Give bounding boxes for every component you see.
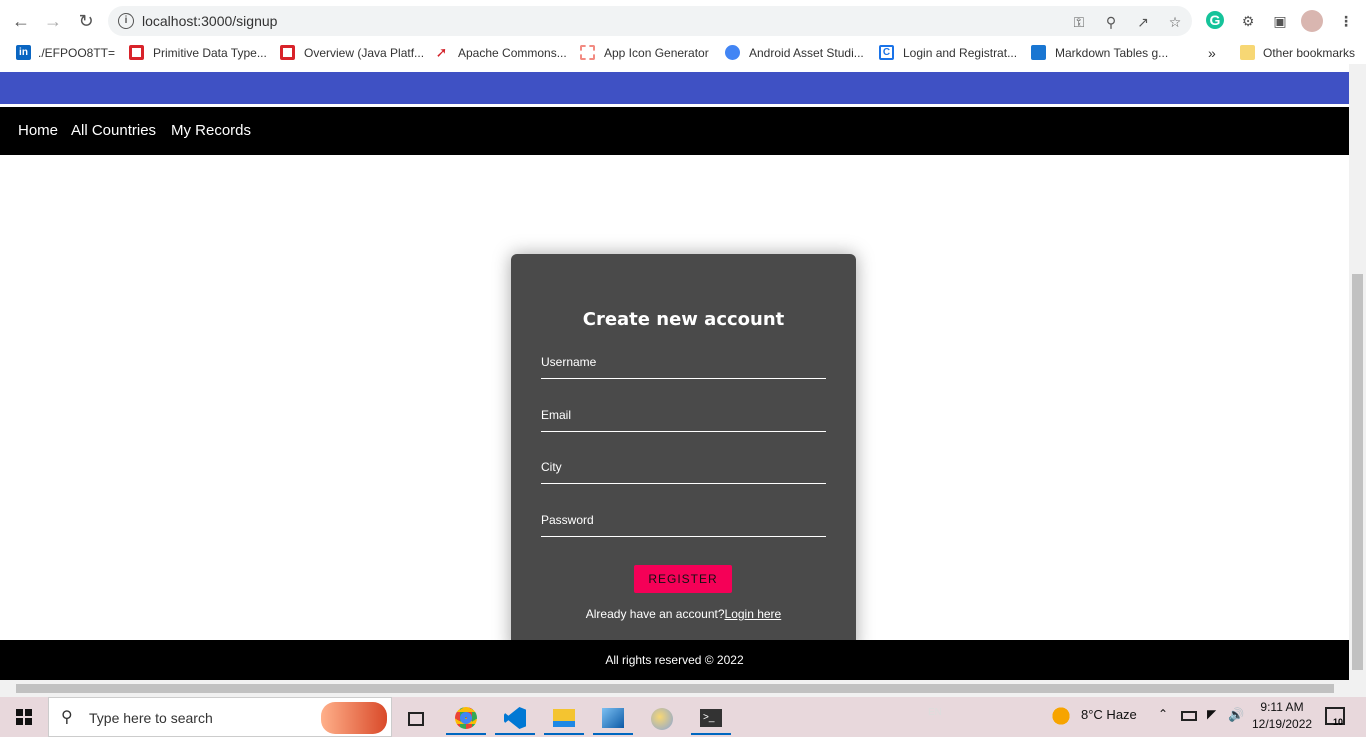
password-label: Password bbox=[541, 513, 594, 527]
bookmark-label: Login and Registrat... bbox=[903, 45, 1018, 60]
vscode-taskbar-icon[interactable] bbox=[495, 703, 535, 735]
bookmark-label: App Icon Generator bbox=[604, 45, 709, 60]
zoom-icon[interactable]: ⚲ bbox=[1102, 13, 1120, 31]
weather-sun-icon[interactable] bbox=[1050, 705, 1072, 727]
bookmark-item[interactable]: Android Asset Studi... bbox=[725, 45, 864, 60]
bookmark-label: Overview (Java Platf... bbox=[304, 45, 425, 60]
windows-start-icon[interactable] bbox=[16, 709, 32, 725]
email-field[interactable]: Email bbox=[541, 408, 826, 432]
browser-toolbar: ← → ↻ i localhost:3000/signup ⚿ ⚲ ↗ ☆ G … bbox=[0, 0, 1366, 42]
reload-icon[interactable]: ↻ bbox=[75, 10, 97, 32]
file-explorer-taskbar-icon[interactable] bbox=[544, 703, 584, 735]
weather-text[interactable]: 8°C Haze bbox=[1081, 707, 1137, 722]
other-bookmarks-label: Other bookmarks bbox=[1263, 45, 1356, 60]
login-prompt-text: Already have an account? bbox=[585, 607, 725, 621]
input-indicator: EN bbox=[928, 707, 942, 718]
site-info-icon[interactable]: i bbox=[118, 13, 134, 29]
footer: All rights reserved © 2022 bbox=[0, 640, 1349, 680]
clock[interactable]: 9:11 AM 12/19/2022 bbox=[1252, 699, 1312, 733]
bookmark-label: ./EFPOO8TT= bbox=[38, 45, 116, 60]
clock-date: 12/19/2022 bbox=[1252, 717, 1313, 731]
menu-icon[interactable]: ⋮ bbox=[1336, 11, 1356, 31]
bookmark-label: Markdown Tables g... bbox=[1055, 45, 1169, 60]
share-icon[interactable]: ↗ bbox=[1134, 13, 1152, 31]
folder-icon bbox=[1240, 45, 1255, 60]
bookmark-item[interactable]: Primitive Data Type... bbox=[129, 45, 267, 60]
cardinal-bird-icon bbox=[321, 702, 387, 734]
username-field[interactable]: Username bbox=[541, 355, 826, 379]
other-bookmarks[interactable]: Other bookmarks bbox=[1240, 45, 1355, 60]
wifi-icon[interactable]: ◤ bbox=[1207, 707, 1216, 721]
bookmark-label: Apache Commons... bbox=[458, 45, 567, 60]
android-asset-icon bbox=[725, 45, 740, 60]
address-bar[interactable]: i localhost:3000/signup ⚿ ⚲ ↗ ☆ bbox=[108, 6, 1192, 36]
profile-avatar[interactable] bbox=[1301, 10, 1323, 32]
bookmark-star-icon[interactable]: ☆ bbox=[1166, 13, 1184, 31]
task-view-icon[interactable] bbox=[396, 703, 436, 735]
horizontal-scrollbar[interactable] bbox=[0, 680, 1366, 697]
bookmark-item[interactable]: App Icon Generator bbox=[580, 45, 709, 60]
volume-icon[interactable]: 🔊 bbox=[1228, 707, 1244, 723]
photos-taskbar-icon[interactable] bbox=[593, 703, 633, 735]
taskbar-search-placeholder: Type here to search bbox=[89, 710, 213, 726]
bookmark-label: Primitive Data Type... bbox=[153, 45, 267, 60]
password-field[interactable]: Password bbox=[541, 513, 826, 537]
oracle-icon bbox=[280, 45, 295, 60]
bookmark-item[interactable]: in ./EFPOO8TT= bbox=[16, 45, 115, 60]
taskbar-search[interactable]: ⚲ Type here to search bbox=[48, 697, 392, 737]
username-label: Username bbox=[541, 355, 597, 369]
notifications-icon[interactable]: 10 bbox=[1325, 707, 1345, 727]
oracle-icon bbox=[129, 45, 144, 60]
bookmarks-bar: in ./EFPOO8TT= Primitive Data Type... Ov… bbox=[0, 42, 1366, 64]
register-button[interactable]: REGISTER bbox=[634, 565, 732, 593]
horizontal-scroll-thumb[interactable] bbox=[16, 684, 1334, 693]
paint-taskbar-icon[interactable] bbox=[642, 703, 682, 735]
nav-home-link[interactable]: Home bbox=[18, 122, 58, 139]
vertical-scroll-thumb[interactable] bbox=[1352, 274, 1363, 670]
linkedin-icon: in bbox=[16, 45, 31, 60]
city-field[interactable]: City bbox=[541, 460, 826, 484]
nav-all-countries-link[interactable]: All Countries bbox=[71, 122, 156, 139]
more-bookmarks-button[interactable]: » bbox=[1208, 45, 1216, 61]
extensions-icon[interactable]: ⚙ bbox=[1238, 11, 1258, 31]
bookmark-item[interactable]: C Login and Registrat... bbox=[879, 45, 1017, 60]
app-header-bar bbox=[0, 72, 1349, 104]
form-title: Create new account bbox=[582, 309, 785, 330]
key-icon[interactable]: ⚿ bbox=[1070, 13, 1088, 31]
forward-icon[interactable]: → bbox=[42, 10, 64, 32]
c-icon: C bbox=[879, 45, 894, 60]
markdown-tables-icon bbox=[1031, 45, 1046, 60]
login-link[interactable]: Login here bbox=[725, 607, 782, 621]
bookmark-item[interactable]: Markdown Tables g... bbox=[1031, 45, 1168, 60]
login-prompt: Already have an account?Login here bbox=[511, 607, 856, 621]
bookmark-item[interactable]: Overview (Java Platf... bbox=[280, 45, 424, 60]
nav-my-records-link[interactable]: My Records bbox=[171, 122, 251, 139]
url-text: localhost:3000/signup bbox=[142, 13, 278, 29]
page-content: Create new account Username Email City P… bbox=[0, 155, 1349, 640]
bookmark-item[interactable]: ➚ Apache Commons... bbox=[434, 45, 567, 60]
footer-text: All rights reserved © 2022 bbox=[605, 653, 744, 667]
app-icon-generator-icon bbox=[580, 45, 595, 60]
email-label: Email bbox=[541, 408, 572, 422]
back-icon[interactable]: ← bbox=[10, 10, 32, 32]
battery-icon[interactable] bbox=[1181, 711, 1197, 721]
feather-icon: ➚ bbox=[435, 44, 448, 60]
windows-taskbar: ⚲ Type here to search >_ EN 8°C Haze ⌃ ◤… bbox=[0, 697, 1366, 737]
city-label: City bbox=[541, 460, 562, 474]
side-panel-icon[interactable]: ▣ bbox=[1270, 11, 1290, 31]
terminal-taskbar-icon[interactable]: >_ bbox=[691, 703, 731, 735]
tray-chevron-icon[interactable]: ⌃ bbox=[1158, 707, 1168, 721]
search-icon: ⚲ bbox=[61, 709, 73, 726]
grammarly-icon[interactable]: G bbox=[1206, 11, 1224, 29]
notification-count: 10 bbox=[1332, 717, 1343, 727]
main-navbar: Home All Countries My Records bbox=[0, 107, 1349, 155]
clock-time: 9:11 AM bbox=[1260, 700, 1304, 714]
signup-card: Create new account Username Email City P… bbox=[511, 254, 856, 640]
chrome-taskbar-icon[interactable] bbox=[446, 703, 486, 735]
bookmark-label: Android Asset Studi... bbox=[749, 45, 864, 60]
vertical-scrollbar[interactable] bbox=[1349, 64, 1366, 680]
